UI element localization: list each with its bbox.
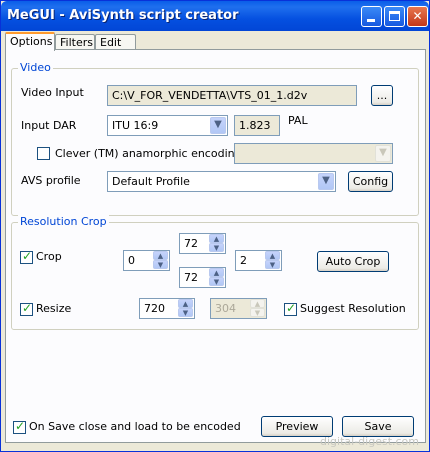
spin-down-icon[interactable]: ▼	[209, 243, 224, 252]
resize-checkbox[interactable]: ✓	[20, 301, 33, 316]
checkmark-icon: ✓	[22, 301, 33, 315]
crop-left-input[interactable]: 0 ▲ ▼	[123, 250, 170, 271]
auto-crop-button[interactable]: Auto Crop	[317, 251, 389, 272]
crop-checkbox[interactable]: ✓	[20, 249, 33, 264]
browse-button[interactable]: ...	[371, 85, 393, 106]
tab-options[interactable]: Options	[5, 32, 55, 51]
on-save-checkbox[interactable]: ✓	[13, 419, 26, 434]
crop-bottom-value: 72	[184, 271, 198, 284]
resize-height-spinner: ▲ ▼	[250, 299, 265, 318]
checkmark-icon: ✓	[15, 419, 26, 433]
anamorphic-mode-select: ▼	[234, 143, 393, 164]
avs-profile-value: Default Profile	[112, 175, 190, 188]
suggest-resolution-checkbox[interactable]: ✓	[284, 301, 297, 316]
spin-down-icon[interactable]: ▼	[209, 277, 224, 286]
preview-button[interactable]: Preview	[261, 416, 333, 437]
spin-down-icon[interactable]: ▼	[153, 260, 168, 269]
save-button[interactable]: Save	[342, 416, 414, 437]
config-button[interactable]: Config	[348, 171, 393, 192]
watermark: digital-digest.com	[320, 435, 419, 448]
checkmark-icon: ✓	[22, 249, 33, 263]
resize-width-input[interactable]: 720 ▲ ▼	[139, 298, 195, 319]
spin-up-icon[interactable]: ▲	[209, 234, 224, 243]
resolution-crop-group-label: Resolution Crop	[18, 215, 109, 228]
crop-right-spinner[interactable]: ▲ ▼	[265, 251, 280, 270]
clever-anamorphic-label: Clever (TM) anamorphic encoding:	[55, 147, 246, 160]
resize-height-value: 304	[215, 302, 236, 315]
resize-width-spinner[interactable]: ▲ ▼	[178, 299, 193, 318]
chevron-down-icon: ▼	[375, 145, 391, 162]
spin-down-icon[interactable]: ▼	[178, 308, 193, 317]
dar-ratio-field: 1.823	[234, 115, 280, 136]
crop-top-input[interactable]: 72 ▲ ▼	[179, 233, 226, 254]
avs-profile-label: AVS profile	[21, 174, 81, 187]
avs-profile-select[interactable]: Default Profile ▼	[107, 171, 336, 192]
video-input-label: Video Input	[21, 86, 84, 99]
options-panel: Video Video Input C:\V_FOR_VENDETTA\VTS_…	[5, 49, 426, 443]
tab-filters[interactable]: Filters	[55, 34, 95, 50]
window-title: MeGUI - AviSynth script creator	[7, 8, 239, 23]
minimize-icon	[367, 19, 375, 22]
chevron-down-icon[interactable]: ▼	[210, 117, 226, 134]
crop-top-spinner[interactable]: ▲ ▼	[209, 234, 224, 253]
crop-left-spinner[interactable]: ▲ ▼	[153, 251, 168, 270]
pal-label: PAL	[288, 114, 308, 127]
crop-right-input[interactable]: 2 ▲ ▼	[235, 250, 282, 271]
spin-up-icon: ▲	[250, 299, 265, 308]
spin-up-icon[interactable]: ▲	[178, 299, 193, 308]
video-group: Video Video Input C:\V_FOR_VENDETTA\VTS_…	[11, 61, 419, 216]
chevron-down-icon[interactable]: ▼	[318, 173, 334, 190]
resolution-crop-group: Resolution Crop ✓ Crop 72 ▲ ▼ 0 ▲ ▼ 2 ▲ ▼ 7…	[11, 215, 419, 330]
resize-label: Resize	[36, 302, 72, 315]
checkmark-icon: ✓	[286, 301, 297, 315]
video-group-label: Video	[18, 61, 53, 74]
title-bar: MeGUI - AviSynth script creator ✕	[1, 1, 429, 31]
input-dar-label: Input DAR	[21, 119, 77, 132]
window: MeGUI - AviSynth script creator ✕ Option…	[0, 0, 430, 452]
on-save-label: On Save close and load to be encoded	[29, 420, 241, 433]
spin-up-icon[interactable]: ▲	[153, 251, 168, 260]
crop-top-value: 72	[184, 237, 198, 250]
spin-up-icon[interactable]: ▲	[265, 251, 280, 260]
input-dar-value: ITU 16:9	[112, 119, 159, 132]
input-dar-select[interactable]: ITU 16:9 ▼	[107, 115, 228, 136]
crop-left-value: 0	[128, 254, 135, 267]
crop-right-value: 2	[240, 254, 247, 267]
spin-down-icon: ▼	[250, 308, 265, 317]
close-button[interactable]: ✕	[407, 6, 428, 27]
crop-label: Crop	[36, 250, 62, 263]
crop-bottom-spinner[interactable]: ▲ ▼	[209, 268, 224, 287]
close-icon: ✕	[412, 9, 423, 23]
clever-anamorphic-checkbox[interactable]	[37, 147, 50, 160]
maximize-icon	[389, 11, 400, 21]
suggest-resolution-label: Suggest Resolution	[300, 302, 406, 315]
maximize-button[interactable]	[384, 6, 405, 27]
minimize-button[interactable]	[361, 6, 382, 27]
tab-edit[interactable]: Edit	[95, 34, 136, 50]
crop-bottom-input[interactable]: 72 ▲ ▼	[179, 267, 226, 288]
spin-down-icon[interactable]: ▼	[265, 260, 280, 269]
video-input-field[interactable]: C:\V_FOR_VENDETTA\VTS_01_1.d2v	[107, 85, 357, 106]
resize-width-value: 720	[144, 302, 165, 315]
spin-up-icon[interactable]: ▲	[209, 268, 224, 277]
resize-height-input: 304 ▲ ▼	[210, 298, 267, 319]
